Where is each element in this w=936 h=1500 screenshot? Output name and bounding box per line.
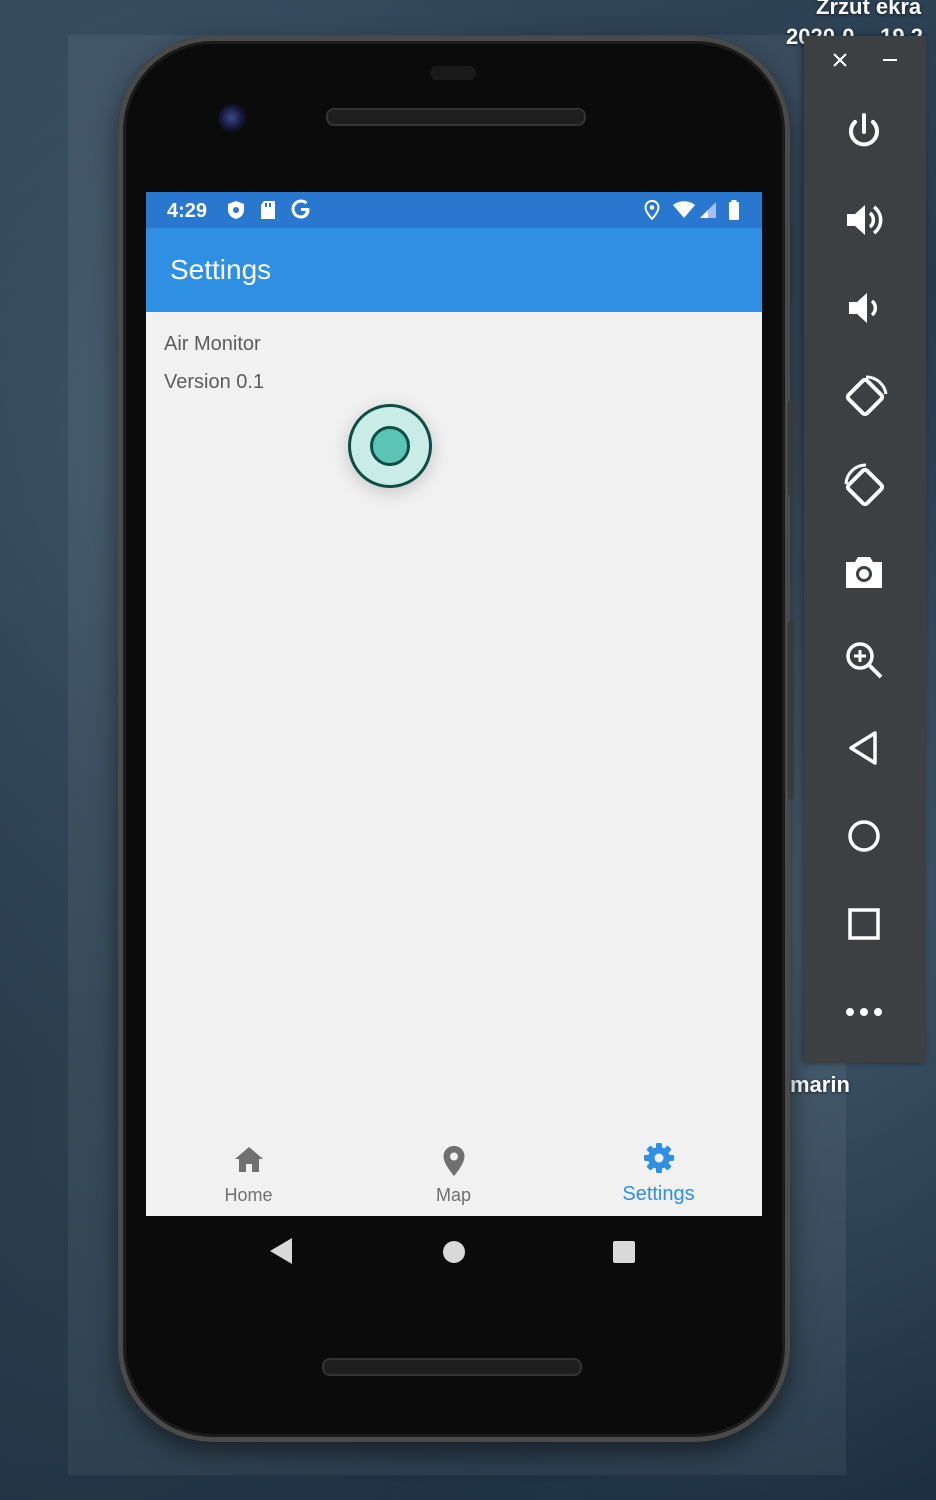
phone-earpiece [326, 108, 586, 126]
power-icon[interactable] [804, 100, 926, 160]
home-icon [234, 1147, 263, 1172]
nav-tab-map[interactable]: Map [351, 1132, 556, 1216]
phone-volume-button[interactable] [788, 620, 794, 800]
page-title: Settings [170, 254, 272, 285]
recents-icon[interactable] [612, 1240, 636, 1269]
front-camera [218, 104, 248, 134]
status-time: 4:29 [167, 200, 208, 222]
back-icon[interactable] [804, 716, 926, 776]
back-icon[interactable] [268, 1236, 294, 1271]
touch-indicator [348, 404, 432, 488]
battery-icon [728, 200, 740, 226]
volume-down-icon[interactable] [804, 276, 926, 336]
nav-label-settings: Settings [622, 1183, 695, 1205]
status-bar: 4:29 [146, 192, 762, 228]
rotate-left-icon[interactable] [804, 364, 926, 424]
rotate-right-icon[interactable] [804, 452, 926, 512]
app-name-text: Air Monitor [164, 333, 261, 355]
desktop-file-label[interactable]: Zrzut ekra [816, 0, 921, 20]
minimize-icon[interactable] [880, 50, 900, 75]
phone-top-notch [430, 66, 476, 80]
map-pin-icon [443, 1146, 464, 1176]
home-icon[interactable] [804, 804, 926, 864]
close-icon[interactable] [830, 50, 850, 75]
zoom-icon[interactable] [804, 628, 926, 688]
home-circle-icon[interactable] [442, 1240, 466, 1269]
gear-icon [643, 1143, 674, 1173]
google-icon [290, 198, 312, 226]
shield-icon [226, 200, 246, 226]
overview-icon[interactable] [804, 892, 926, 952]
sd-card-icon [259, 200, 277, 226]
signal-icon [698, 200, 718, 226]
version-text: Version 0.1 [164, 371, 265, 393]
nav-label-map: Map [435, 1185, 471, 1205]
phone-power-button[interactable] [788, 400, 794, 496]
phone-screen: 4:29 Settings Air Monitor Version 0.1 Ho… [146, 192, 762, 1216]
emulator-toolbar [804, 36, 926, 1063]
touch-indicator-center [370, 426, 410, 466]
more-icon[interactable] [804, 980, 926, 1040]
app-bar: Settings [146, 228, 762, 312]
bottom-navigation: Home Map Settings [146, 1132, 762, 1216]
nav-tab-settings[interactable]: Settings [556, 1132, 761, 1216]
nav-tab-home[interactable]: Home [146, 1132, 351, 1216]
volume-up-icon[interactable] [804, 188, 926, 248]
camera-icon[interactable] [804, 540, 926, 600]
wifi-icon [672, 200, 696, 226]
phone-speaker [322, 1358, 582, 1376]
nav-label-home: Home [224, 1185, 273, 1205]
desktop-folder-label[interactable]: marin [790, 1072, 850, 1098]
location-icon [644, 199, 660, 226]
